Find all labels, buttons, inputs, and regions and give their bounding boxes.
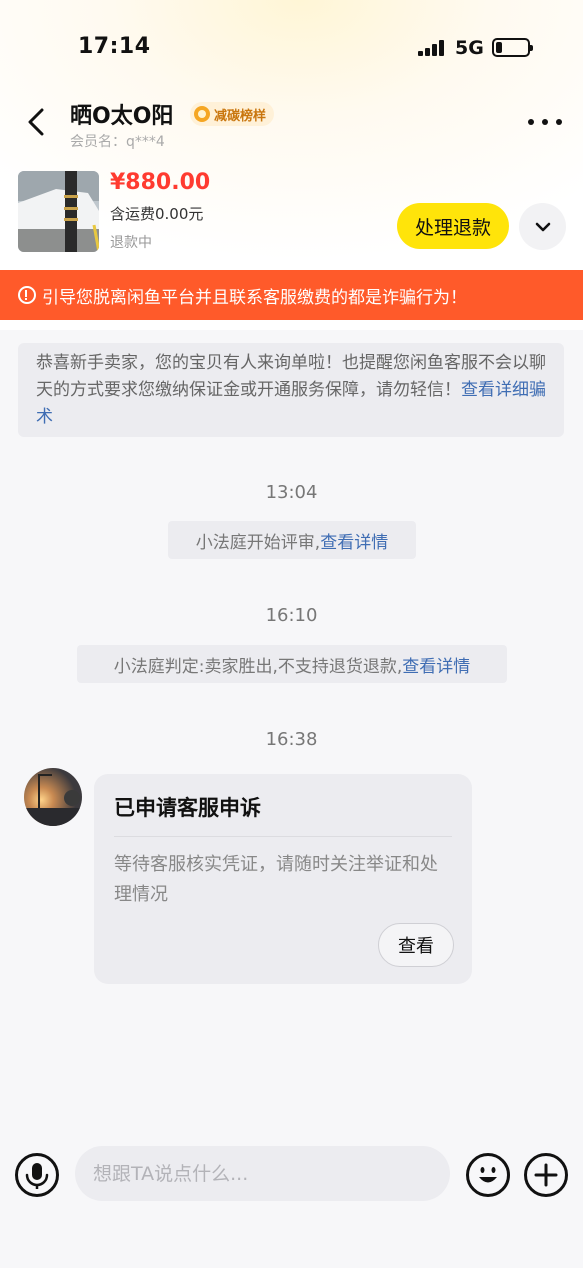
- product-price: ¥880.00: [110, 170, 211, 195]
- view-details-link[interactable]: 查看详情: [320, 528, 388, 553]
- network-type: 5G: [455, 37, 484, 59]
- system-message-text: 小法庭判定:卖家胜出,不支持退货退款,: [113, 656, 403, 677]
- back-button[interactable]: [22, 104, 52, 140]
- signal-icon: [418, 40, 446, 56]
- order-status: 退款中: [110, 235, 152, 251]
- member-name: 会员名：q***4: [70, 134, 165, 150]
- voice-button[interactable]: [15, 1153, 59, 1197]
- process-refund-button[interactable]: 处理退款: [397, 203, 509, 249]
- message-timestamp: 13:04: [265, 482, 318, 503]
- more-actions-button[interactable]: [524, 1153, 568, 1197]
- safety-notice: 恭喜新手卖家，您的宝贝有人来询单啦！也提醒您闲鱼客服不会以聊天的方式要求您缴纳保…: [18, 343, 564, 437]
- badge-label: 减碳榜样: [214, 108, 267, 124]
- emoji-icon: [479, 1167, 497, 1183]
- appeal-card-title: 已申请客服申诉: [114, 796, 261, 820]
- view-details-link[interactable]: 查看详情: [402, 652, 470, 677]
- battery-icon: [492, 38, 533, 57]
- status-time: 17:14: [78, 34, 151, 59]
- message-timestamp: 16:10: [265, 605, 318, 626]
- avatar[interactable]: [24, 768, 82, 826]
- fraud-warning-banner: 引导您脱离闲鱼平台并且联系客服缴费的都是诈骗行为！: [0, 270, 583, 320]
- message-timestamp: 16:38: [265, 729, 318, 750]
- back-icon: [28, 108, 44, 136]
- fraud-warning-text: 引导您脱离闲鱼平台并且联系客服缴费的都是诈骗行为！: [42, 287, 467, 308]
- more-options-button[interactable]: [528, 110, 562, 134]
- chat-partner-name[interactable]: 晒O太O阳: [70, 98, 173, 130]
- voice-icon: [25, 1163, 49, 1189]
- system-message-text: 小法庭开始评审,: [195, 532, 321, 553]
- warning-icon: [18, 286, 36, 304]
- more-icon: [528, 119, 534, 125]
- appeal-card[interactable]: 已申请客服申诉 等待客服核实凭证，请随时关注举证和处理情况 查看: [94, 774, 472, 984]
- appeal-card-body: 等待客服核实凭证，请随时关注举证和处理情况: [114, 854, 438, 905]
- shipping-fee: 含运费0.00元: [110, 205, 204, 223]
- view-appeal-button[interactable]: 查看: [378, 923, 454, 967]
- carbon-badge[interactable]: 减碳榜样: [190, 102, 275, 126]
- plus-icon: [534, 1163, 558, 1187]
- expand-button[interactable]: [519, 203, 566, 250]
- system-message: 小法庭判定:卖家胜出,不支持退货退款, 查看详情: [77, 645, 507, 683]
- badge-icon: [194, 106, 210, 122]
- message-input[interactable]: [75, 1146, 450, 1201]
- divider: [114, 836, 452, 837]
- product-thumbnail[interactable]: [18, 171, 99, 252]
- status-bar: 17:14 5G: [0, 0, 583, 90]
- system-message: 小法庭开始评审, 查看详情: [168, 521, 416, 559]
- chevron-down-icon: [535, 222, 550, 231]
- emoji-button[interactable]: [466, 1153, 510, 1197]
